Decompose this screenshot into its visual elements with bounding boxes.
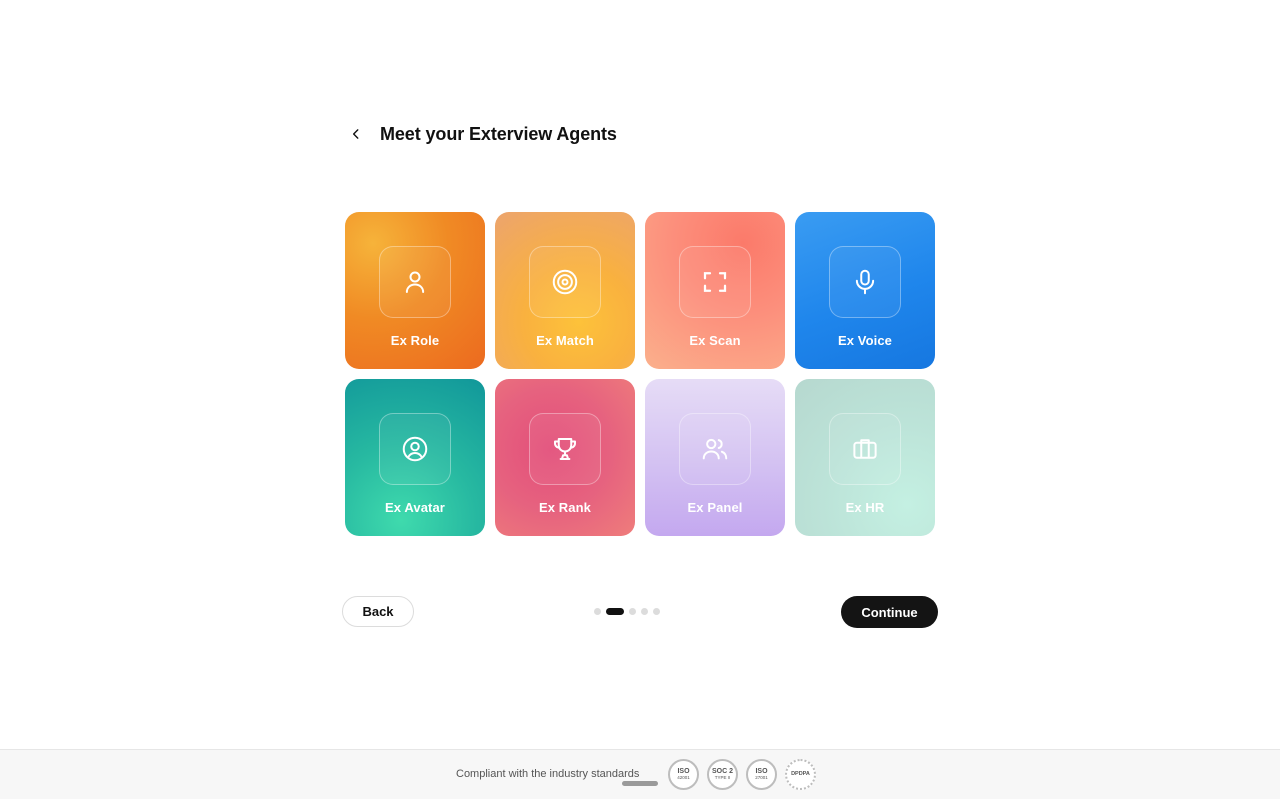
icon-box [529,413,601,485]
agent-label: Ex HR [845,500,885,515]
briefcase-icon [853,439,877,459]
icon-box [529,246,601,318]
agent-card-ex-rank[interactable]: Ex Rank [495,379,635,536]
target-icon [552,269,578,295]
back-button[interactable]: Back [342,596,414,627]
page-header: Meet your Exterview Agents [346,118,617,150]
compliance-text: Compliant with the industry standards [456,768,640,780]
agent-label: Ex Match [536,333,594,348]
agent-label: Ex Avatar [385,500,445,515]
agent-card-ex-match[interactable]: Ex Match [495,212,635,369]
iso-27001-badge: ISO 27001 [746,759,777,790]
badge-line1: SOC 2 [711,768,733,776]
page-title: Meet your Exterview Agents [380,123,617,144]
agent-label: Ex Role [390,333,440,348]
agent-label: Ex Voice [837,333,893,348]
scroll-handle[interactable] [622,781,658,786]
agent-card-ex-panel[interactable]: Ex Panel [645,379,785,536]
footer: Compliant with the industry standards IS… [0,749,1280,799]
users-icon [702,438,728,460]
step-dot-2-active[interactable] [606,608,624,615]
dpdpa-badge: DPDPA [785,759,816,790]
back-chevron-icon[interactable] [346,124,366,144]
icon-box [829,413,901,485]
agents-grid: Ex Role Ex Match Ex Scan Ex Voice Ex Ava… [345,212,935,536]
icon-box [379,413,451,485]
continue-button[interactable]: Continue [841,596,938,628]
soc2-badge: SOC 2 TYPE II [707,759,738,790]
icon-box [679,246,751,318]
badge-line1: ISO [755,768,768,776]
step-dot-3[interactable] [629,608,636,615]
trophy-icon [554,438,576,460]
step-dot-4[interactable] [641,608,648,615]
agent-label: Ex Rank [538,500,591,515]
user-icon [405,271,425,293]
agent-card-ex-hr[interactable]: Ex HR [795,379,935,536]
step-dot-1[interactable] [594,608,601,615]
scan-frame-icon [703,272,727,292]
agent-card-ex-role[interactable]: Ex Role [345,212,485,369]
icon-box [829,246,901,318]
agent-card-ex-voice[interactable]: Ex Voice [795,212,935,369]
step-indicator [594,608,660,615]
badge-line1: ISO [677,768,690,776]
microphone-icon [855,269,875,295]
icon-box [379,246,451,318]
agent-label: Ex Scan [689,333,741,348]
icon-box [679,413,751,485]
iso-42001-badge: ISO 42001 [668,759,699,790]
badge-line2: 27001 [755,775,768,781]
badge-line2: TYPE II [714,775,731,781]
agent-card-ex-avatar[interactable]: Ex Avatar [345,379,485,536]
step-dot-5[interactable] [653,608,660,615]
agent-label: Ex Panel [687,500,743,515]
badge-line1: DPDPA [791,770,810,777]
user-circle-icon [402,436,428,462]
agent-card-ex-scan[interactable]: Ex Scan [645,212,785,369]
compliance-badges: ISO 42001 SOC 2 TYPE II ISO 27001 DPDPA [668,759,816,790]
badge-line2: 42001 [677,775,690,781]
